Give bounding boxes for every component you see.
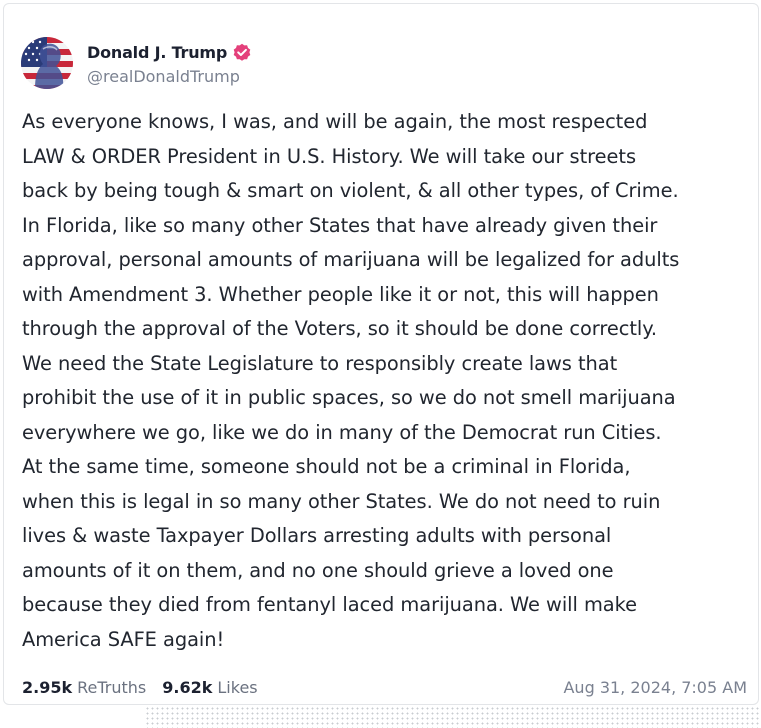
post-line: As everyone knows, I was, and will be ag… (22, 110, 648, 133)
post-line: amounts of it on them, and no one should… (22, 558, 614, 582)
likes-count: 9.62k (162, 677, 213, 697)
post-line: with Amendment 3. Whether people like it… (22, 282, 659, 306)
post-line: prohibit the use of it in public spaces,… (22, 386, 676, 409)
post-line: back by being tough & smart on violent, … (22, 179, 679, 202)
avatar[interactable] (21, 37, 73, 89)
post-line: because they died from fentanyl laced ma… (22, 593, 637, 616)
display-name[interactable]: Donald J. Trump (87, 43, 227, 62)
handle[interactable]: @realDonaldTrump (87, 67, 252, 86)
name-row: Donald J. Trump (87, 41, 252, 65)
post-line: In Florida, like so many other States th… (22, 213, 658, 237)
likes-label: Likes (217, 677, 258, 697)
verified-badge-icon (232, 43, 252, 63)
avatar-image (21, 37, 73, 89)
post-line: lives & waste Taxpayer Dollars arresting… (22, 524, 612, 547)
post-line: We need the State Legislature to respons… (22, 351, 618, 375)
post-line: through the approval of the Voters, so i… (22, 317, 658, 340)
retruths-count: 2.95k (22, 677, 73, 697)
post-line: America SAFE again! (22, 627, 225, 651)
likes-stat[interactable]: 9.62k Likes (162, 678, 257, 697)
post-line: LAW & ORDER President in U.S. History. W… (22, 144, 637, 168)
retruths-stat[interactable]: 2.95k ReTruths (22, 678, 146, 697)
author-names: Donald J. Trump @realDonaldTrump (87, 41, 252, 86)
post-header: Donald J. Trump @realDonaldTrump (21, 35, 252, 91)
post-line: approval, personal amounts of marijuana … (22, 248, 680, 271)
post-body: As everyone knows, I was, and will be ag… (22, 105, 746, 657)
post-line: At the same time, someone should not be … (22, 455, 631, 478)
dotted-divider (145, 706, 761, 728)
post-line: when this is legal in so many other Stat… (22, 489, 661, 513)
post-footer: 2.95k ReTruths 9.62k Likes Aug 31, 2024,… (22, 676, 747, 698)
post-line: everywhere we go, like we do in many of … (22, 420, 662, 444)
post-timestamp[interactable]: Aug 31, 2024, 7:05 AM (563, 678, 747, 697)
retruths-label: ReTruths (77, 677, 147, 697)
